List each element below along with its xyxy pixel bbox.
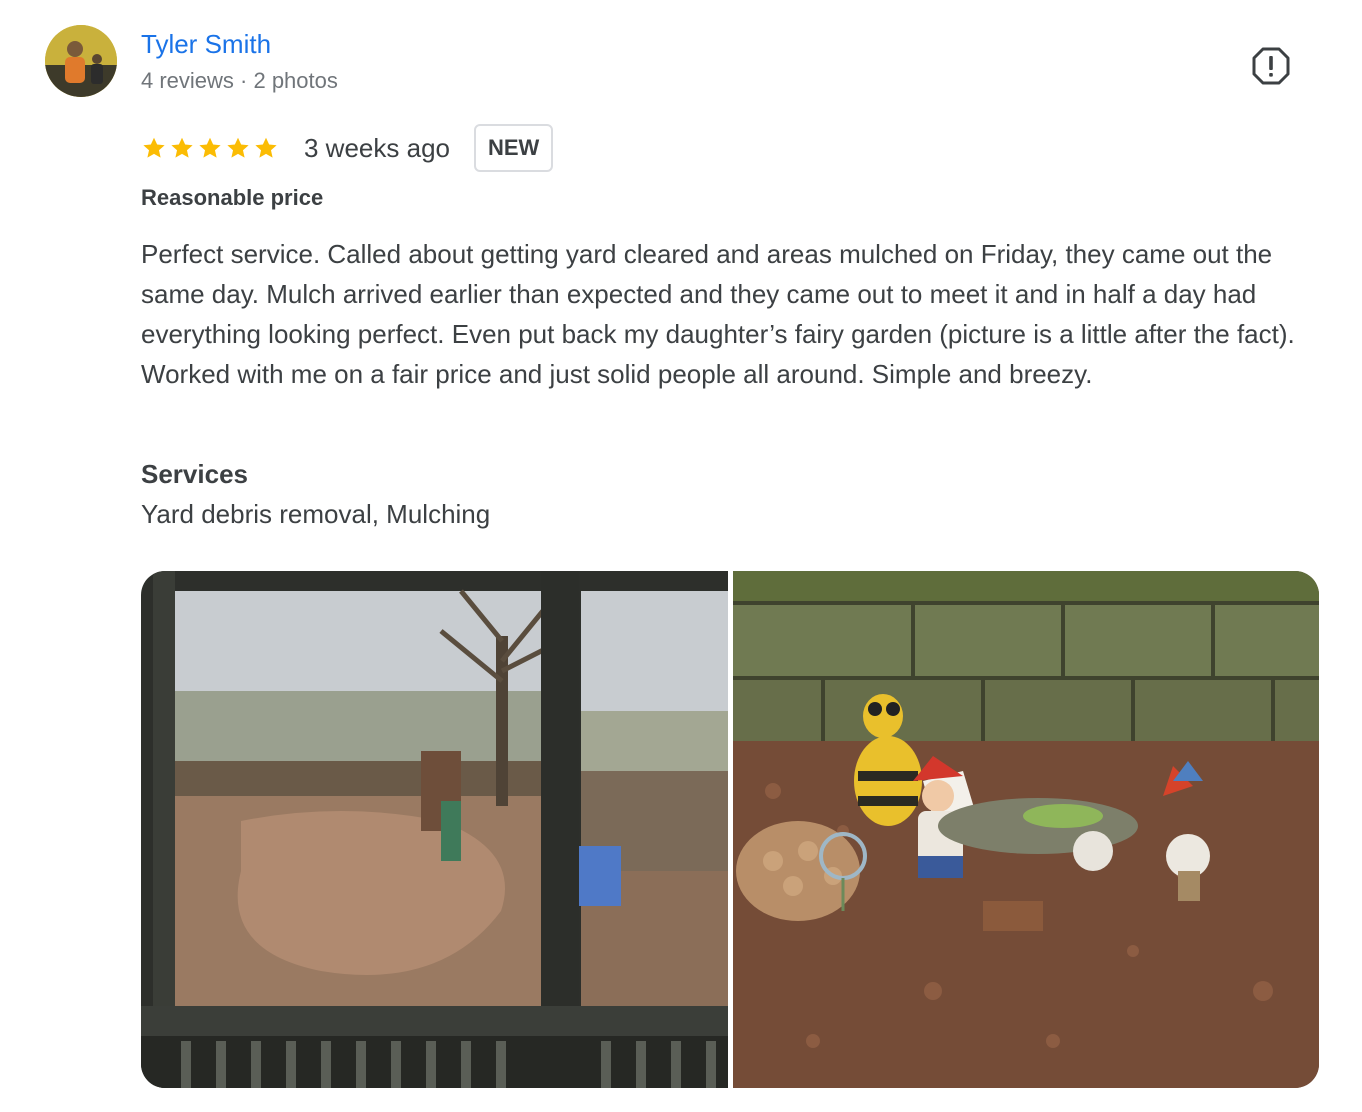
star-icon	[199, 137, 221, 158]
review-attribute: Reasonable price	[141, 185, 324, 210]
review-time: 3 weeks ago	[304, 132, 450, 163]
review-text: Perfect service. Called about getting ya…	[141, 239, 1295, 389]
reviewer-name[interactable]: Tyler Smith	[141, 28, 271, 60]
report-button[interactable]	[1249, 44, 1293, 88]
star-icon	[255, 137, 277, 158]
star-icon	[171, 137, 193, 158]
reviewer-meta: 4 reviews · 2 photos	[141, 68, 338, 93]
reviewer-avatar[interactable]	[45, 25, 117, 97]
services-value: Yard debris removal, Mulching	[141, 499, 491, 529]
fairy-garden-photo	[732, 571, 1319, 1088]
star-rating	[141, 135, 279, 161]
review-photos	[141, 571, 1319, 1088]
rating-row: 3 weeks ago NEW	[141, 124, 554, 172]
report-icon	[1252, 47, 1290, 85]
star-icon	[227, 137, 249, 158]
new-badge: NEW	[473, 124, 554, 172]
review-photo-fairy-garden[interactable]	[732, 571, 1319, 1088]
star-icon	[143, 137, 165, 158]
services-title: Services	[141, 459, 248, 489]
avatar-photo	[45, 25, 117, 97]
review-photo-backyard[interactable]	[141, 571, 728, 1088]
backyard-photo	[141, 571, 728, 1088]
